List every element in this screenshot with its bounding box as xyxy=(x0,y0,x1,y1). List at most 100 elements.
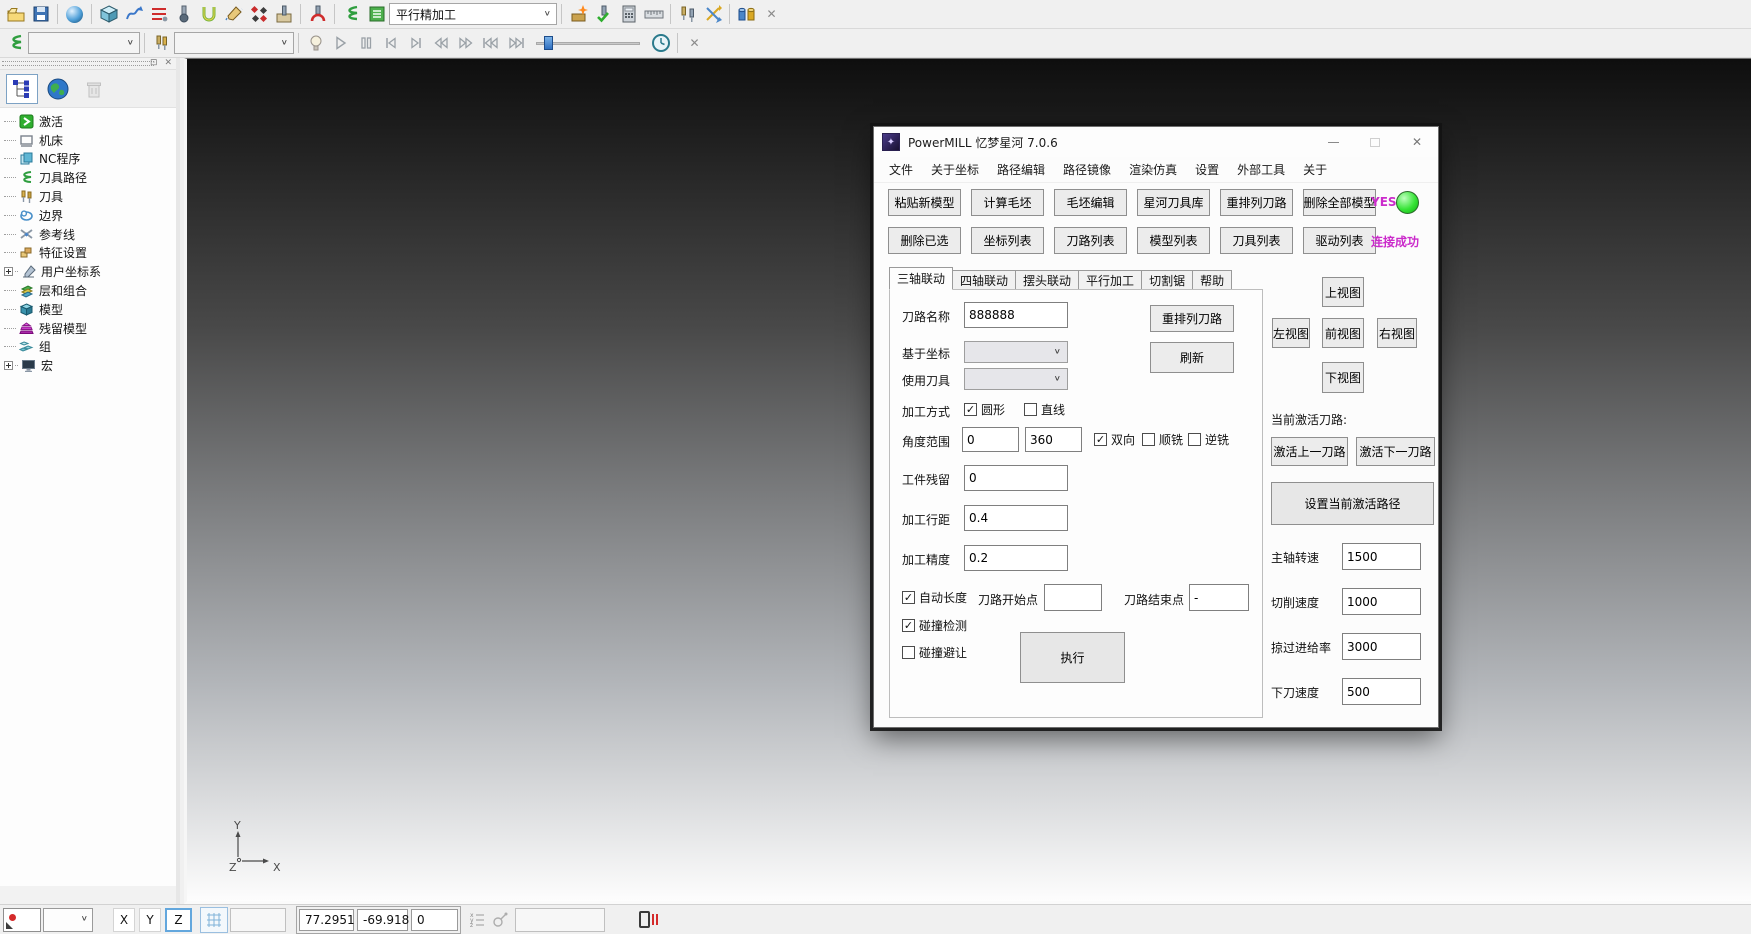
ruler-icon[interactable] xyxy=(641,1,666,27)
rewind-icon[interactable] xyxy=(428,30,453,56)
cursor-y-value[interactable]: -69.918 xyxy=(357,909,408,931)
tool-list-button[interactable]: 刀具列表 xyxy=(1220,227,1293,254)
probe-icon[interactable] xyxy=(491,911,509,929)
tolerance-field[interactable] xyxy=(515,908,605,932)
model-list-button[interactable]: 模型列表 xyxy=(1137,227,1210,254)
tree-item-nc-programs[interactable]: NC程序 xyxy=(4,150,176,169)
fast-forward-icon[interactable] xyxy=(453,30,478,56)
tool-verify-icon[interactable] xyxy=(591,1,616,27)
pattern-points-icon[interactable] xyxy=(246,1,271,27)
tolerance-input[interactable] xyxy=(964,545,1068,571)
tree-item-levels-sets[interactable]: 层和组合 xyxy=(4,281,176,300)
nc-program-icon[interactable] xyxy=(734,1,759,27)
tree-item-active[interactable]: 激活 xyxy=(4,112,176,131)
plunge-feed-input[interactable] xyxy=(1342,678,1421,705)
collision-check-icon[interactable] xyxy=(196,1,221,27)
tab-4axis[interactable]: 四轴联动 xyxy=(953,270,1016,290)
tree-item-machine[interactable]: 机床 xyxy=(4,131,176,150)
paste-new-model-button[interactable]: 粘贴新模型 xyxy=(888,189,961,216)
activate-next-button[interactable]: 激活下一刀路 xyxy=(1356,437,1435,466)
light-icon[interactable] xyxy=(303,30,328,56)
tree-item-workplanes[interactable]: 用户坐标系 xyxy=(4,262,176,281)
skim-feed-input[interactable] xyxy=(1342,633,1421,660)
menu-file[interactable]: 文件 xyxy=(880,161,922,178)
toolpath-list-button[interactable]: 刀路列表 xyxy=(1054,227,1127,254)
strategy-form-icon[interactable] xyxy=(364,1,389,27)
rearrange-button[interactable]: 重排列刀路 xyxy=(1150,305,1234,332)
cursor-z-value[interactable]: 0 xyxy=(411,909,458,931)
grid-button[interactable] xyxy=(200,907,228,933)
speed-slider[interactable] xyxy=(536,36,640,50)
menu-path-mirror[interactable]: 路径镜像 xyxy=(1054,161,1120,178)
spindle-speed-input[interactable] xyxy=(1342,543,1421,570)
block-edit-button[interactable]: 毛坯编辑 xyxy=(1054,189,1127,216)
tool-library-button[interactable]: 星河刀具库 xyxy=(1137,189,1210,216)
tab-parallel[interactable]: 平行加工 xyxy=(1079,270,1142,290)
snapshot-button[interactable] xyxy=(3,908,41,932)
tool-pair-icon[interactable] xyxy=(675,1,700,27)
tab-tilt-head[interactable]: 摆头联动 xyxy=(1016,270,1079,290)
bottom-view-button[interactable]: 下视图 xyxy=(1322,362,1364,393)
toolpath-strategy-icon[interactable] xyxy=(121,1,146,27)
strategy-dropdown[interactable]: 平行精加工 xyxy=(389,3,557,25)
execute-button[interactable]: 执行 xyxy=(1020,632,1125,683)
tab-3axis[interactable]: 三轴联动 xyxy=(889,267,953,290)
expand-icon[interactable] xyxy=(4,267,13,276)
tree-item-macros[interactable]: 宏 xyxy=(4,356,176,375)
angle-end-input[interactable] xyxy=(1025,427,1082,452)
go-end-icon[interactable] xyxy=(503,30,528,56)
block-tool-icon[interactable] xyxy=(271,1,296,27)
toolpath-icon[interactable] xyxy=(339,1,364,27)
front-view-button[interactable]: 前视图 xyxy=(1322,318,1364,348)
tree-item-feature-sets[interactable]: 特征设置 xyxy=(4,244,176,263)
menu-path-edit[interactable]: 路径编辑 xyxy=(988,161,1054,178)
go-start-icon[interactable] xyxy=(478,30,503,56)
toolpath-dropdown[interactable] xyxy=(28,32,140,54)
cutting-feed-input[interactable] xyxy=(1342,588,1421,615)
step-back-icon[interactable] xyxy=(378,30,403,56)
tree-item-groups[interactable]: 组 xyxy=(4,338,176,357)
curve-edit-icon[interactable] xyxy=(221,1,246,27)
cursor-x-value[interactable]: 77.2951 xyxy=(299,909,354,931)
play-icon[interactable] xyxy=(328,30,353,56)
climb-checkbox[interactable] xyxy=(1142,433,1155,446)
tree-item-stock-models[interactable]: 残留模型 xyxy=(4,319,176,338)
use-tool-select[interactable] xyxy=(964,368,1068,390)
grid-size-field[interactable] xyxy=(230,908,286,932)
angle-start-input[interactable] xyxy=(962,427,1019,452)
calculator-icon[interactable] xyxy=(616,1,641,27)
end-point-input[interactable] xyxy=(1189,584,1249,611)
set-active-path-button[interactable]: 设置当前激活路径 xyxy=(1271,482,1434,525)
menu-about-coords[interactable]: 关于坐标 xyxy=(922,161,988,178)
right-view-button[interactable]: 右视图 xyxy=(1377,318,1417,348)
minimize-button[interactable] xyxy=(1312,127,1354,157)
save-file-icon[interactable] xyxy=(28,1,53,27)
clock-icon[interactable] xyxy=(648,30,673,56)
tool-dropdown[interactable] xyxy=(174,32,294,54)
tab-help[interactable]: 帮助 xyxy=(1193,270,1232,290)
start-point-input[interactable] xyxy=(1044,584,1102,611)
explorer-dock-strip[interactable]: ⊡ ✕ xyxy=(0,58,176,70)
axis-z-button[interactable]: Z xyxy=(165,908,192,932)
axis-y-button[interactable]: Y xyxy=(139,908,161,932)
stock-input[interactable] xyxy=(964,465,1068,491)
tree-item-toolpaths[interactable]: 刀具路径 xyxy=(4,168,176,187)
expand-icon[interactable] xyxy=(4,361,13,370)
circle-checkbox[interactable] xyxy=(964,403,977,416)
open-file-icon[interactable] xyxy=(3,1,28,27)
bidirectional-checkbox[interactable] xyxy=(1094,433,1107,446)
tree-item-models[interactable]: 模型 xyxy=(4,300,176,319)
menu-settings[interactable]: 设置 xyxy=(1186,161,1228,178)
axis-x-button[interactable]: X xyxy=(113,908,135,932)
auto-length-checkbox[interactable] xyxy=(902,591,915,604)
statusbar-dropdown[interactable] xyxy=(43,908,93,932)
line-checkbox[interactable] xyxy=(1024,403,1037,416)
menu-render-sim[interactable]: 渲染仿真 xyxy=(1120,161,1186,178)
rearrange-toolpaths-button[interactable]: 重排列刀路 xyxy=(1220,189,1293,216)
toolpath-name-input[interactable] xyxy=(964,302,1068,328)
tree-item-tools[interactable]: 刀具 xyxy=(4,187,176,206)
tool-create-icon[interactable] xyxy=(171,1,196,27)
tree-item-patterns[interactable]: 参考线 xyxy=(4,225,176,244)
float-close-icons[interactable]: ⊡ ✕ xyxy=(150,58,174,68)
menu-about[interactable]: 关于 xyxy=(1294,161,1336,178)
